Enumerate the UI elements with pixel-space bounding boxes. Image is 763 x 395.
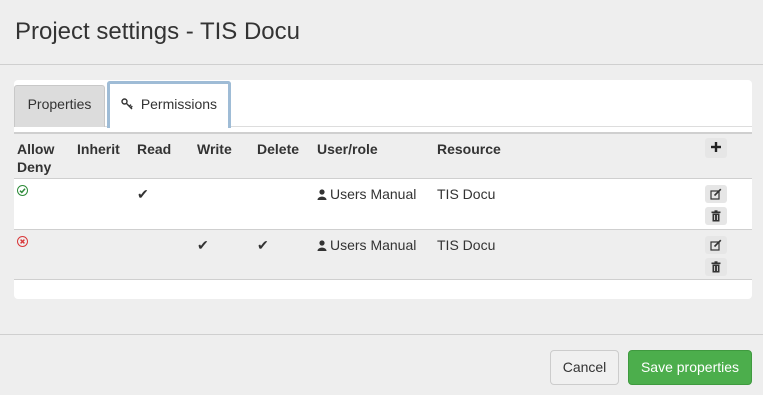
table-row: ✔ Users Manual TIS Docu (14, 178, 752, 229)
table-row: ✔ ✔ Users Manual TIS Docu (14, 229, 752, 279)
allow-status-icon (17, 185, 28, 196)
read-value: ✔ (137, 186, 149, 202)
column-header-write: Write (197, 141, 232, 157)
delete-button[interactable] (705, 258, 727, 276)
user-icon (317, 237, 327, 255)
column-header-deny: Deny (17, 159, 52, 175)
key-icon (121, 85, 133, 125)
deny-status-icon (17, 236, 28, 247)
delete-value: ✔ (257, 237, 269, 253)
column-header-resource: Resource (437, 141, 501, 157)
column-header-delete: Delete (257, 141, 300, 157)
delete-button[interactable] (705, 207, 727, 225)
modal-footer: Cancel Save properties (0, 334, 763, 395)
edit-button[interactable] (705, 236, 727, 254)
column-header-inherit: Inherit (77, 141, 120, 157)
column-header-read: Read (137, 141, 172, 157)
edit-button[interactable] (705, 185, 727, 203)
tab-properties[interactable]: Properties (14, 85, 105, 127)
modal-header: Project settings - TIS Docu (0, 0, 763, 65)
settings-panel: Properties Permissions Allow Deny Inheri… (14, 80, 752, 299)
cancel-button[interactable]: Cancel (550, 350, 619, 385)
resource-cell: TIS Docu (437, 237, 496, 253)
user-role-cell: Users Manual (317, 236, 416, 255)
write-value: ✔ (197, 237, 209, 253)
table-bottom-border (14, 279, 752, 281)
user-icon (317, 186, 327, 204)
add-permission-button[interactable] (705, 138, 727, 158)
tab-permissions[interactable]: Permissions (107, 81, 231, 128)
column-header-user-role: User/role (317, 141, 378, 157)
resource-cell: TIS Docu (437, 186, 496, 202)
tab-properties-label: Properties (27, 96, 92, 112)
table-header-row: Allow Deny Inherit Read Write Delete Use… (14, 132, 752, 178)
save-properties-button[interactable]: Save properties (628, 350, 752, 385)
page-title: Project settings - TIS Docu (15, 18, 300, 45)
column-header-allow: Allow (17, 141, 55, 157)
user-role-name: Users Manual (330, 237, 417, 253)
user-role-cell: Users Manual (317, 185, 416, 204)
tab-bar: Properties Permissions (14, 80, 752, 128)
user-role-name: Users Manual (330, 186, 417, 202)
tab-permissions-label: Permissions (140, 96, 218, 112)
